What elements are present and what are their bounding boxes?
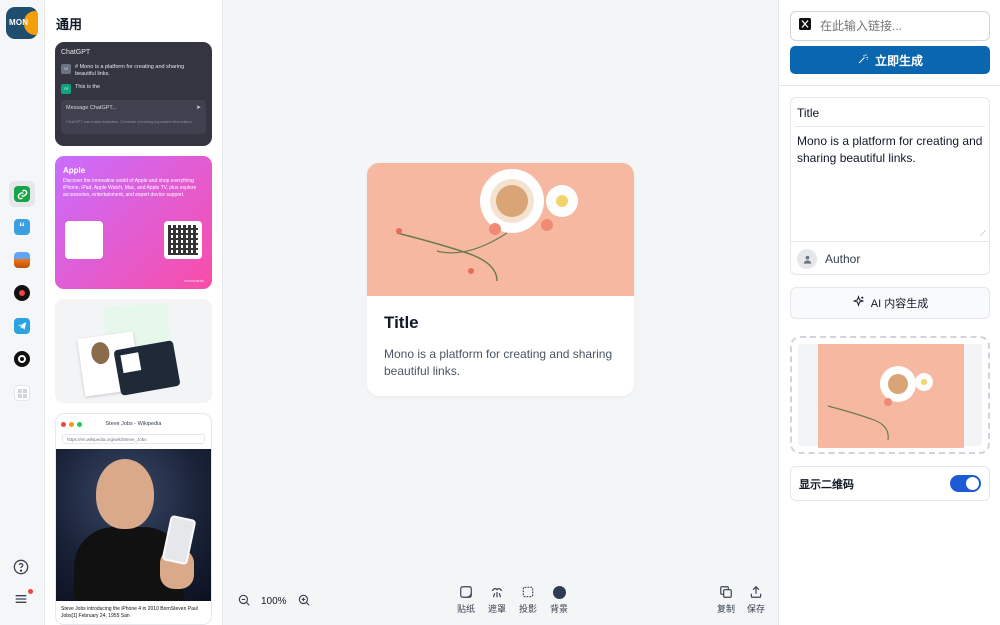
settings-panel: 立即生成 Title Mono is a platform for creati… — [778, 0, 1000, 625]
qr-toggle-label: 显示二维码 — [799, 478, 854, 491]
author-name: Author — [825, 252, 861, 266]
gallery-title: 通用 — [56, 17, 83, 32]
chatgpt-input-preview: Message ChatGPT... ➤ ChatGPT can make mi… — [61, 100, 206, 134]
magic-wand-icon — [857, 53, 869, 68]
title-field[interactable]: Title — [797, 106, 819, 120]
editor-canvas: Title Mono is a platform for creating an… — [223, 0, 778, 625]
shadow-icon — [521, 585, 535, 599]
collage-player — [113, 340, 181, 396]
rail-image-button[interactable] — [9, 247, 35, 273]
menu-icon[interactable] — [13, 589, 33, 609]
mask-label: 遮罩 — [488, 604, 507, 614]
card-title: Title — [384, 313, 419, 332]
help-icon[interactable] — [13, 559, 31, 577]
zoom-in-icon[interactable] — [297, 593, 311, 610]
link-input-wrapper — [790, 11, 990, 41]
background-tool-button[interactable]: 背景 — [550, 585, 568, 615]
mask-tool-button[interactable]: 遮罩 — [488, 585, 506, 615]
chatgpt-input-placeholder: Message ChatGPT... — [66, 105, 117, 111]
rail-link-button[interactable] — [9, 181, 35, 207]
apple-logo-icon — [65, 221, 103, 259]
template-gallery: 通用 ChatGPT U # Mono is a platform for cr… — [45, 0, 223, 625]
rail-widgets-button[interactable] — [9, 380, 35, 406]
uploaded-image-preview — [818, 344, 964, 448]
canvas-toolbar: 100% 贴纸 遮罩 投影 背景 复制 保存 — [223, 585, 778, 621]
wiki-url: https://en.wikipedia.org/wiki/Steve_Jobs — [62, 434, 205, 444]
mono-logo[interactable]: MON — [6, 7, 38, 39]
quote-icon: “ — [14, 219, 30, 235]
author-field[interactable]: Author — [797, 249, 860, 269]
apple-qr-code — [164, 221, 202, 259]
shadow-label: 投影 — [519, 604, 538, 614]
ai-generate-button[interactable]: AI 内容生成 — [790, 287, 990, 319]
copy-button[interactable]: 复制 — [717, 585, 735, 615]
send-icon: ➤ — [195, 105, 201, 111]
template-collage[interactable] — [55, 299, 212, 403]
zoom-out-icon[interactable] — [237, 593, 251, 610]
icon-rail: MON “ — [0, 0, 45, 625]
chatgpt-disclaimer: ChatGPT can make mistakes. Consider chec… — [66, 119, 193, 124]
preview-card[interactable]: Title Mono is a platform for creating an… — [367, 163, 634, 396]
shadow-tool-button[interactable]: 投影 — [519, 585, 537, 615]
link-icon — [14, 186, 30, 202]
generate-button[interactable]: 立即生成 — [790, 46, 990, 74]
landscape-icon — [14, 252, 30, 268]
qr-toggle-row: 显示二维码 — [790, 466, 990, 501]
sticker-label: 贴纸 — [457, 604, 476, 614]
description-textarea[interactable]: Mono is a platform for creating and shar… — [797, 133, 983, 167]
card-cover-image — [367, 163, 634, 296]
card-description: Mono is a platform for creating and shar… — [384, 347, 613, 378]
resize-handle-icon[interactable]: ⟋ — [980, 229, 986, 239]
music-icon — [14, 285, 30, 301]
zoom-level: 100% — [261, 596, 287, 607]
x-logo-icon — [799, 17, 811, 35]
rail-quote-button[interactable]: “ — [9, 214, 35, 240]
apple-footer: monocards — [184, 278, 204, 283]
apple-title: Apple — [63, 166, 86, 175]
template-apple[interactable]: Apple Discover the innovative world of A… — [55, 156, 212, 289]
download-icon — [749, 585, 763, 599]
content-form: Title Mono is a platform for creating an… — [790, 97, 990, 275]
apple-description: Discover the innovative world of Apple a… — [63, 178, 197, 198]
image-dropzone[interactable] — [790, 336, 990, 454]
sparkles-icon — [852, 295, 865, 311]
background-color-icon — [552, 585, 566, 599]
notification-dot — [28, 589, 33, 594]
mask-icon — [490, 585, 504, 599]
ai-avatar: AI — [61, 84, 71, 94]
copy-icon — [719, 585, 733, 599]
user-avatar: U — [61, 64, 71, 74]
sticker-icon — [459, 585, 473, 599]
logo-text: MON — [9, 18, 29, 27]
ai-generate-label: AI 内容生成 — [870, 298, 929, 310]
wiki-title: Steve Jobs - Wikipedia — [105, 421, 162, 427]
rail-github-button[interactable] — [9, 346, 35, 372]
template-chatgpt[interactable]: ChatGPT U # Mono is a platform for creat… — [55, 42, 212, 146]
zoom-controls: 100% — [237, 593, 311, 610]
template-wikipedia[interactable]: Steve Jobs - Wikipedia https://en.wikipe… — [55, 413, 212, 625]
save-button[interactable]: 保存 — [747, 585, 765, 615]
chatgpt-user-message: # Mono is a platform for creating and sh… — [75, 64, 185, 77]
copy-label: 复制 — [717, 604, 736, 614]
background-label: 背景 — [550, 604, 569, 614]
link-input[interactable] — [820, 19, 980, 33]
telegram-icon — [14, 318, 30, 334]
widgets-icon — [14, 385, 30, 401]
wiki-caption: Steve Jobs introducing the iPhone 4 in 2… — [61, 606, 198, 619]
github-icon — [14, 351, 30, 367]
qr-toggle-switch[interactable] — [950, 475, 981, 492]
rail-telegram-button[interactable] — [9, 313, 35, 339]
save-label: 保存 — [747, 604, 766, 614]
chatgpt-app-name: ChatGPT — [61, 49, 91, 56]
generate-label: 立即生成 — [874, 53, 923, 68]
sticker-tool-button[interactable]: 贴纸 — [457, 585, 475, 615]
wiki-photo — [56, 449, 211, 601]
rail-music-button[interactable] — [9, 280, 35, 306]
author-avatar-icon — [797, 249, 817, 269]
chatgpt-ai-message: This is the — [75, 84, 101, 90]
